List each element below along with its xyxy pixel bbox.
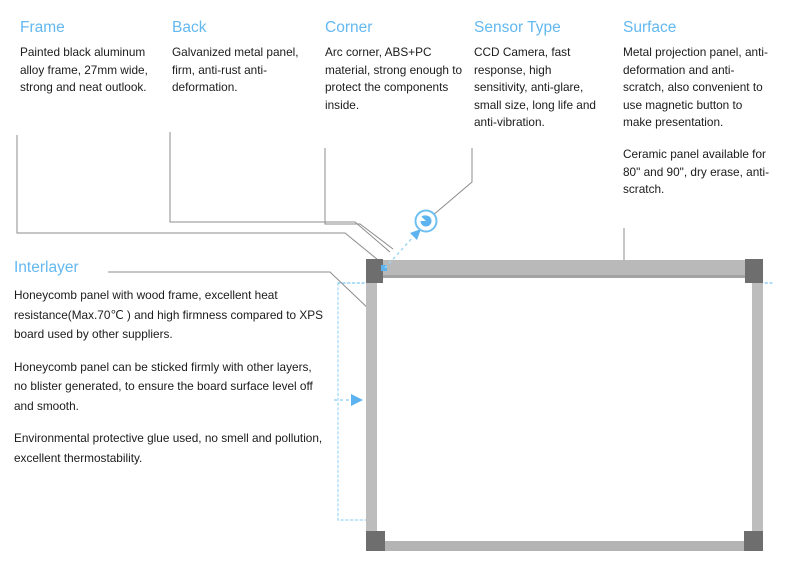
corner-block-bottom-right [744, 531, 763, 551]
product-feature-diagram: Frame Painted black aluminum alloy frame… [0, 0, 793, 562]
board-top-rail-shadow [372, 275, 762, 278]
annotation-corner-title: Corner [325, 19, 373, 36]
corner-arrow-head [410, 229, 421, 240]
board-face [372, 272, 762, 551]
inner-guide-rect [337, 282, 691, 521]
annotation-interlayer: Interlayer Honeycomb panel with wood fra… [14, 258, 324, 468]
corner-block-top-right [745, 259, 763, 283]
annotation-back: Back Galvanized metal panel, firm, anti-… [172, 18, 302, 97]
annotation-corner-paragraph-1: Arc corner, ABS+PC material, strong enou… [325, 45, 463, 112]
board-top-rail [372, 260, 762, 277]
annotation-surface-paragraph-2: Ceramic panel available for 80" and 90",… [623, 146, 770, 197]
annotation-interlayer-title: Interlayer [14, 259, 79, 276]
interlayer-arrow-head [351, 394, 363, 406]
annotation-sensor-type-paragraph-1: CCD Camera, fast response, high sensitiv… [474, 45, 596, 130]
leader-line-sensor [431, 148, 473, 217]
annotation-interlayer-paragraph-3: Environmental protective glue used, no s… [14, 431, 323, 465]
annotation-sensor-type: Sensor Type CCD Camera, fast response, h… [474, 18, 596, 132]
corner-arrow-shaft [384, 236, 414, 269]
leader-line-frame [16, 135, 384, 265]
annotation-interlayer-paragraph-2: Honeycomb panel can be sticked firmly wi… [14, 359, 313, 413]
annotation-frame-title: Frame [20, 19, 65, 36]
corner-block-bottom-left [366, 531, 385, 551]
annotation-surface: Surface Metal projection panel, anti-def… [623, 18, 771, 199]
annotation-back-title: Back [172, 19, 207, 36]
board-bottom-rail [372, 541, 758, 551]
board-right-rail [752, 277, 763, 545]
annotation-back-paragraph-1: Galvanized metal panel, firm, anti-rust … [172, 45, 299, 95]
sensor-point-marker [381, 265, 387, 271]
board-left-rail [366, 277, 377, 545]
annotation-surface-paragraph-1: Metal projection panel, anti-deformation… [623, 45, 768, 130]
corner-badge-icon [414, 209, 438, 233]
annotation-sensor-type-title: Sensor Type [474, 19, 561, 36]
corner-block-top-left [366, 259, 383, 283]
annotation-frame-paragraph-1: Painted black aluminum alloy frame, 27mm… [20, 45, 148, 95]
annotation-frame: Frame Painted black aluminum alloy frame… [20, 18, 150, 97]
annotation-interlayer-paragraph-1: Honeycomb panel with wood frame, excelle… [14, 288, 323, 341]
leader-line-corner [324, 148, 394, 250]
annotation-corner: Corner Arc corner, ABS+PC material, stro… [325, 18, 463, 114]
annotation-surface-title: Surface [623, 19, 677, 36]
leader-line-back [169, 132, 391, 253]
